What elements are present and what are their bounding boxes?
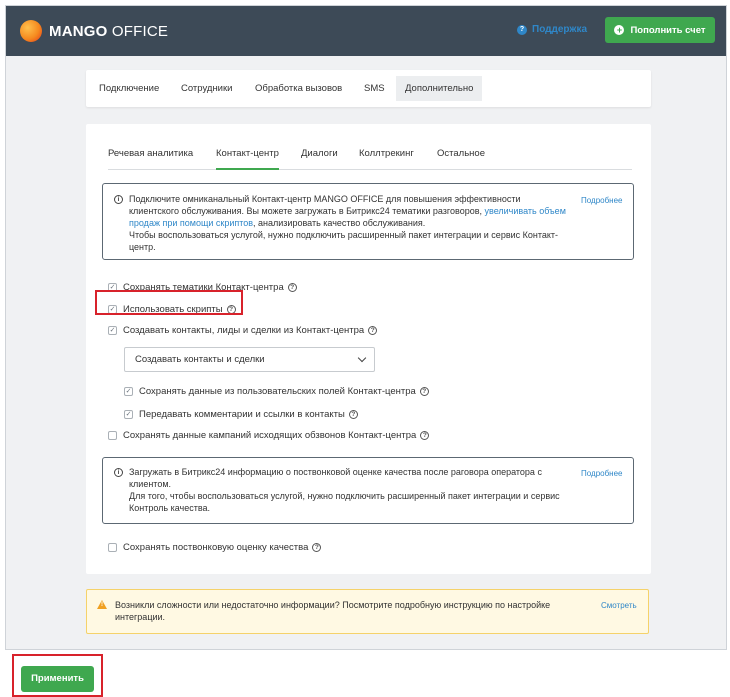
option-save-quality[interactable]: Сохранять поствонковую оценку качества ? bbox=[108, 542, 322, 553]
apply-button[interactable]: Применить bbox=[21, 666, 94, 692]
info-text-part2: , анализировать качество обслуживания. bbox=[253, 218, 426, 228]
option-create-contacts[interactable]: ✓ Создавать контакты, лиды и сделки из К… bbox=[108, 325, 378, 336]
warning-icon: ! bbox=[97, 600, 107, 609]
option-label: Создавать контакты, лиды и сделки из Кон… bbox=[123, 325, 365, 336]
more-link[interactable]: Подробнее bbox=[581, 469, 623, 478]
help-icon[interactable]: ? bbox=[368, 326, 378, 335]
top-bar: MANGO OFFICE ? Поддержка + Пополнить сче… bbox=[6, 6, 726, 56]
quality-info-text: Загружать в Битрикс24 информацию о поств… bbox=[129, 466, 574, 514]
question-icon: ? bbox=[517, 24, 527, 35]
view-instructions-link[interactable]: Смотреть bbox=[601, 601, 637, 610]
select-value: Создавать контакты и сделки bbox=[135, 354, 265, 365]
checkbox-checked[interactable]: ✓ bbox=[124, 410, 133, 419]
option-label: Передавать комментарии и ссылки в контак… bbox=[139, 409, 345, 420]
plus-icon: + bbox=[614, 25, 625, 35]
quality-info-box: i Загружать в Битрикс24 информацию о пос… bbox=[102, 457, 634, 524]
topup-button[interactable]: + Пополнить счет bbox=[605, 17, 715, 43]
tab-connection[interactable]: Подключение bbox=[99, 76, 159, 101]
support-link[interactable]: ? Поддержка bbox=[517, 24, 587, 35]
info-icon: i bbox=[114, 468, 123, 477]
logo-text-bold: MANGO bbox=[49, 22, 108, 40]
help-icon[interactable]: ? bbox=[420, 431, 430, 440]
checkbox-checked[interactable]: ✓ bbox=[124, 387, 133, 396]
topup-label: Пополнить счет bbox=[630, 24, 706, 36]
subtab-dialogs[interactable]: Диалоги bbox=[301, 148, 338, 159]
option-label: Сохранять поствонковую оценку качества bbox=[123, 542, 309, 553]
settings-tabs: Подключение Сотрудники Обработка вызовов… bbox=[86, 70, 651, 107]
help-icon[interactable]: ? bbox=[419, 387, 429, 396]
more-link[interactable]: Подробнее bbox=[581, 196, 623, 205]
subtab-speech-analytics[interactable]: Речевая аналитика bbox=[108, 148, 193, 159]
quality-info-line2: Для того, чтобы воспользоваться услугой,… bbox=[129, 491, 560, 513]
option-save-custom-fields[interactable]: ✓ Сохранять данные из пользовательских п… bbox=[124, 386, 429, 397]
option-pass-comments[interactable]: ✓ Передавать комментарии и ссылки в конт… bbox=[124, 409, 358, 420]
option-label: Сохранять данные кампаний исходящих обзв… bbox=[123, 430, 417, 441]
warning-text: Возникли сложности или недостаточно инфо… bbox=[115, 600, 551, 622]
tab-employees[interactable]: Сотрудники bbox=[181, 76, 232, 101]
support-label: Поддержка bbox=[532, 24, 588, 35]
contact-center-panel: Речевая аналитика Контакт-центр Диалоги … bbox=[86, 124, 651, 574]
tab-call-processing[interactable]: Обработка вызовов bbox=[255, 76, 342, 101]
mango-logo-icon bbox=[20, 20, 42, 42]
checkbox-unchecked[interactable] bbox=[108, 431, 117, 440]
mango-office-logo[interactable]: MANGO OFFICE bbox=[20, 20, 168, 42]
logo-text: MANGO OFFICE bbox=[49, 23, 168, 40]
app-window: MANGO OFFICE ? Поддержка + Пополнить сче… bbox=[5, 5, 727, 650]
option-save-outbound[interactable]: Сохранять данные кампаний исходящих обзв… bbox=[108, 430, 430, 441]
contact-center-info-box: i Подключите омниканальный Контакт-центр… bbox=[102, 183, 634, 260]
checkbox-unchecked[interactable] bbox=[108, 543, 117, 552]
quality-info-line1: Загружать в Битрикс24 информацию о поств… bbox=[129, 467, 542, 489]
subtab-contact-center[interactable]: Контакт-центр bbox=[216, 148, 279, 170]
tab-additional[interactable]: Дополнительно bbox=[396, 76, 483, 101]
info-text-part1: Подключите омниканальный Контакт-центр M… bbox=[129, 194, 521, 216]
create-mode-select[interactable]: Создавать контакты и сделки bbox=[124, 347, 375, 372]
help-icon[interactable]: ? bbox=[312, 543, 322, 552]
logo-text-light: OFFICE bbox=[107, 22, 169, 40]
option-label: Сохранять данные из пользовательских пол… bbox=[139, 386, 416, 397]
tab-sms[interactable]: SMS bbox=[364, 76, 385, 101]
info-icon: i bbox=[114, 195, 123, 204]
chevron-down-icon bbox=[357, 353, 367, 363]
checkbox-checked[interactable]: ✓ bbox=[108, 326, 117, 335]
help-warning-box: ! Возникли сложности или недостаточно ин… bbox=[86, 589, 649, 634]
info-text-line2: Чтобы воспользоваться услугой, нужно под… bbox=[129, 230, 559, 252]
help-icon[interactable]: ? bbox=[348, 410, 358, 419]
subtab-other[interactable]: Остальное bbox=[437, 148, 485, 159]
subtabs: Речевая аналитика Контакт-центр Диалоги … bbox=[108, 144, 632, 170]
subtab-calltracking[interactable]: Коллтрекинг bbox=[359, 148, 414, 159]
help-icon[interactable]: ? bbox=[287, 283, 297, 292]
info-text: Подключите омниканальный Контакт-центр M… bbox=[129, 193, 569, 253]
highlight-use-scripts bbox=[95, 290, 243, 315]
